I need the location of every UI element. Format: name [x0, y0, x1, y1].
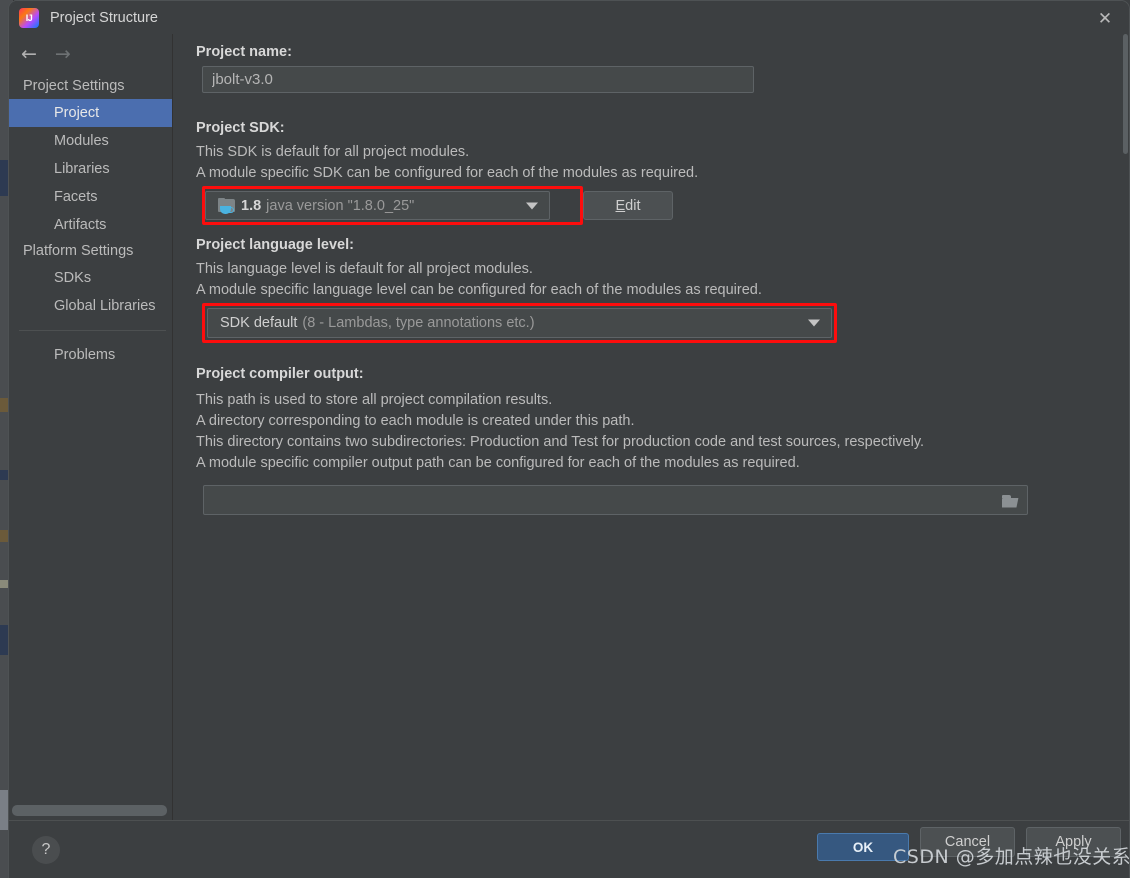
arrow-left-icon[interactable]: ← — [21, 44, 37, 64]
project-sdk-description-line-2: A module specific SDK can be configured … — [196, 165, 699, 181]
browse-folder-button[interactable] — [996, 489, 1024, 513]
navigation-arrows: ← → — [9, 34, 172, 74]
project-structure-dialog: Project Structure ✕ ← → Project Settings… — [8, 0, 1130, 878]
language-level-description-line-1: This language level is default for all p… — [196, 261, 533, 277]
project-sdk-label: Project SDK: — [196, 120, 285, 136]
project-sdk-detail: java version "1.8.0_25" — [266, 197, 415, 214]
compiler-output-field-wrapper — [203, 485, 1028, 515]
language-level-value: SDK default — [220, 315, 298, 331]
compiler-output-label: Project compiler output: — [196, 366, 364, 382]
compiler-output-description-line-4: A module specific compiler output path c… — [196, 455, 800, 471]
sidebar-item-global-libraries[interactable]: Global Libraries — [9, 292, 172, 320]
content-pane: Project name: Project SDK: This SDK is d… — [174, 34, 1129, 821]
sidebar-item-sdks[interactable]: SDKs — [9, 264, 172, 292]
java-sdk-folder-icon — [218, 198, 235, 214]
project-sdk-version: 1.8 — [241, 197, 262, 214]
language-level-description-line-2: A module specific language level can be … — [196, 282, 762, 298]
sidebar: ← → Project Settings Project Modules Lib… — [9, 34, 173, 821]
apply-button[interactable]: Apply — [1026, 827, 1121, 857]
edit-button-rest: dit — [625, 197, 641, 214]
dialog-vertical-scrollbar[interactable] — [1122, 34, 1129, 794]
chevron-down-icon — [808, 319, 820, 327]
edit-sdk-button[interactable]: Edit — [583, 191, 673, 220]
edit-button-mnemonic: E — [615, 197, 626, 214]
project-sdk-combobox[interactable]: 1.8 java version "1.8.0_25" — [205, 191, 550, 220]
desktop-backdrop: Project Structure ✕ ← → Project Settings… — [0, 0, 1130, 878]
arrow-right-icon[interactable]: → — [55, 44, 71, 64]
close-icon[interactable]: ✕ — [1091, 6, 1119, 30]
sidebar-item-facets[interactable]: Facets — [9, 183, 172, 211]
chevron-down-icon — [526, 202, 538, 209]
sidebar-horizontal-scrollbar[interactable] — [12, 805, 167, 816]
sidebar-divider — [19, 330, 166, 331]
project-name-input[interactable] — [202, 66, 754, 93]
compiler-output-description-line-1: This path is used to store all project c… — [196, 392, 553, 408]
language-level-label: Project language level: — [196, 237, 354, 253]
intellij-idea-icon — [19, 7, 39, 28]
sidebar-item-modules[interactable]: Modules — [9, 127, 172, 155]
language-level-detail: (8 - Lambdas, type annotations etc.) — [302, 315, 535, 331]
cancel-button[interactable]: Cancel — [920, 827, 1015, 857]
project-sdk-description-line-1: This SDK is default for all project modu… — [196, 144, 470, 160]
sidebar-item-libraries[interactable]: Libraries — [9, 155, 172, 183]
sidebar-group-platform-settings: Platform Settings — [23, 243, 134, 259]
compiler-output-input[interactable] — [203, 485, 1028, 515]
language-level-combobox[interactable]: SDK default (8 - Lambdas, type annotatio… — [207, 308, 832, 338]
help-button[interactable]: ? — [32, 836, 60, 864]
sidebar-item-project[interactable]: Project — [9, 99, 172, 127]
window-title: Project Structure — [50, 9, 158, 26]
folder-open-icon — [1001, 494, 1019, 508]
sidebar-item-problems[interactable]: Problems — [9, 341, 172, 369]
compiler-output-description-line-3: This directory contains two subdirectori… — [196, 434, 925, 450]
ok-button[interactable]: OK — [817, 833, 909, 861]
title-bar: Project Structure ✕ — [9, 1, 1129, 34]
compiler-output-description-line-2: A directory corresponding to each module… — [196, 413, 635, 429]
project-name-label: Project name: — [196, 44, 292, 60]
sidebar-group-project-settings: Project Settings — [23, 78, 125, 94]
sidebar-item-artifacts[interactable]: Artifacts — [9, 211, 172, 239]
